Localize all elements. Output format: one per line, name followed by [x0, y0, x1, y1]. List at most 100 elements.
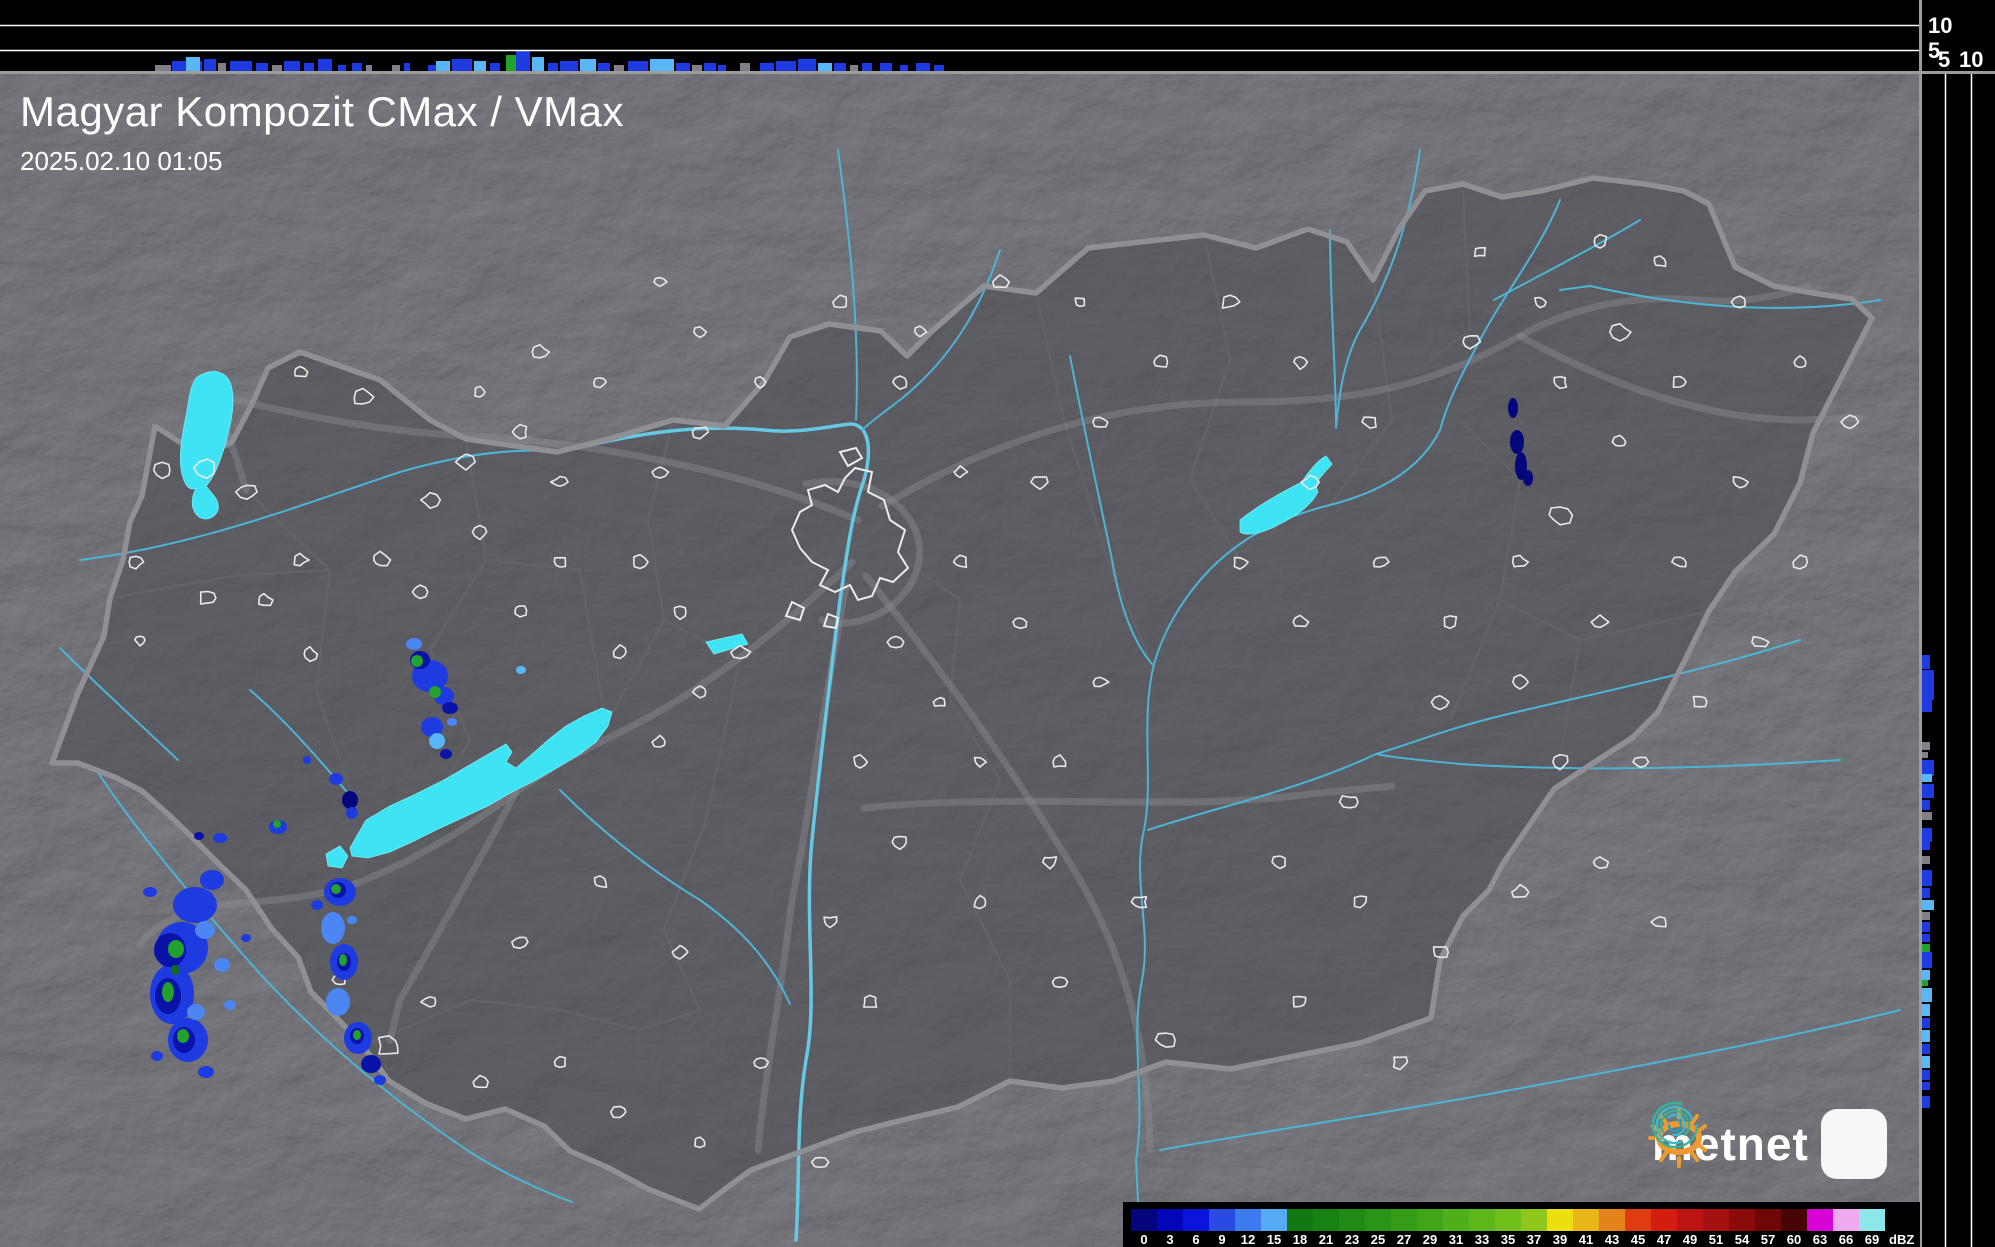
dbz-scale-tick: 43 — [1604, 1232, 1620, 1247]
profile-pixel — [1922, 1082, 1930, 1090]
dbz-scale-cell — [1495, 1209, 1521, 1231]
echo-blob — [162, 982, 174, 1002]
dbz-scale-cell — [1833, 1209, 1859, 1231]
echo-blob — [1510, 430, 1524, 454]
profile-pixel — [580, 59, 596, 71]
profile-pixel — [1922, 1070, 1930, 1080]
dbz-scale-tick: 57 — [1760, 1232, 1776, 1247]
echo-blob — [440, 749, 452, 759]
profile-pixel — [352, 63, 362, 71]
dbz-scale-tick: 21 — [1318, 1232, 1334, 1247]
profile-pixel — [704, 63, 716, 71]
profile-pixel — [1922, 655, 1930, 669]
dbz-scale-cell — [1261, 1209, 1287, 1231]
profile-pixel — [1922, 1044, 1930, 1054]
profile-pixel — [1922, 742, 1930, 750]
echo-blob — [326, 988, 350, 1016]
dbz-scale-cell — [1287, 1209, 1313, 1231]
swirl-icon — [1651, 1101, 1699, 1149]
profile-pixel — [598, 63, 610, 71]
profile-pixel — [1922, 1004, 1930, 1016]
profile-pixel — [436, 61, 450, 71]
profile-pixel — [834, 63, 846, 71]
profile-pixel — [1922, 1056, 1930, 1068]
profile-pixel — [934, 65, 944, 71]
dbz-scale-tick: 51 — [1708, 1232, 1724, 1247]
dbz-scale-cell — [1469, 1209, 1495, 1231]
profile-pixel — [880, 63, 892, 71]
dbz-scale-tick: 66 — [1838, 1232, 1854, 1247]
profile-pixel — [1922, 1096, 1930, 1108]
profile-pixel — [740, 63, 750, 71]
echo-blob — [213, 833, 227, 843]
dbz-scale-cell — [1859, 1209, 1885, 1231]
profile-pixel — [506, 55, 516, 71]
echo-blob — [198, 1066, 214, 1078]
dbz-scale-cell — [1209, 1209, 1235, 1231]
map-area — [0, 73, 1920, 1247]
profile-pixel — [560, 61, 578, 71]
profile-pixel — [1922, 870, 1932, 886]
dbz-scale-tick: 35 — [1500, 1232, 1516, 1247]
profile-pixel — [692, 65, 702, 71]
dbz-scale-tick: 63 — [1812, 1232, 1828, 1247]
profile-pixel — [338, 65, 346, 71]
profile-pixel — [1922, 828, 1932, 842]
profile-pixel — [1922, 912, 1930, 920]
radar-app-window: 10 5 5 10 Magyar Kompozit CMax / VMax 20… — [0, 0, 1995, 1247]
dbz-scale-cell — [1183, 1209, 1209, 1231]
dbz-scale-tick: 15 — [1266, 1232, 1282, 1247]
dbz-scale-tick: 29 — [1422, 1232, 1438, 1247]
profile-pixel — [1922, 760, 1934, 776]
profile-pixel — [650, 59, 674, 71]
echo-blob — [303, 756, 311, 764]
profile-pixel — [1922, 944, 1930, 952]
echo-blob — [339, 954, 347, 966]
echo-blob — [168, 940, 184, 958]
dbz-scale-cell — [1729, 1209, 1755, 1231]
profile-pixel — [404, 63, 410, 71]
echo-blob — [311, 900, 323, 910]
dbz-scale-cell — [1235, 1209, 1261, 1231]
dbz-scale-cell — [1703, 1209, 1729, 1231]
profile-pixel — [1922, 800, 1930, 810]
profile-pixel — [614, 65, 624, 71]
dbz-scale-cell — [1157, 1209, 1183, 1231]
profile-pixel — [1922, 1030, 1930, 1042]
profile-pixel — [318, 59, 332, 71]
profile-pixel — [366, 65, 372, 71]
top-axis-tick-10: 10 — [1928, 13, 1952, 38]
dbz-scale-cell — [1131, 1209, 1157, 1231]
metnet-logo: metnet — [1648, 1098, 1910, 1190]
dbz-scale-tick: 0 — [1140, 1232, 1148, 1247]
profile-pixel — [916, 63, 930, 71]
echo-blob — [442, 702, 458, 714]
dbz-scale-cell — [1443, 1209, 1469, 1231]
dbz-scale-tick: 60 — [1786, 1232, 1802, 1247]
echo-blob — [331, 884, 341, 894]
echo-blob — [214, 958, 230, 972]
profile-pixel — [218, 63, 226, 71]
dbz-scale-tick: 54 — [1734, 1232, 1750, 1247]
dbz-scale-tick: 18 — [1292, 1232, 1308, 1247]
echo-blob — [151, 1051, 163, 1061]
profile-pixel — [1922, 842, 1930, 850]
profile-pixel — [1922, 934, 1930, 942]
dbz-scale-tick: 25 — [1370, 1232, 1386, 1247]
dbz-scale-cell — [1677, 1209, 1703, 1231]
profile-pixel — [798, 59, 816, 71]
profile-pixel — [1922, 784, 1934, 798]
echo-blob — [321, 912, 345, 944]
profile-pixel — [776, 61, 796, 71]
profile-pixel — [284, 61, 300, 71]
profile-pixel — [1922, 670, 1934, 700]
dbz-scale-tick: 23 — [1344, 1232, 1360, 1247]
echo-blob — [273, 820, 281, 828]
dbz-scale-tick: 31 — [1448, 1232, 1464, 1247]
echo-blob — [342, 791, 358, 809]
profile-pixel — [1922, 752, 1928, 758]
echo-blob — [1523, 470, 1533, 486]
profile-pixel — [155, 65, 171, 71]
echo-blob — [187, 1004, 205, 1020]
profile-pixel — [1922, 970, 1930, 980]
